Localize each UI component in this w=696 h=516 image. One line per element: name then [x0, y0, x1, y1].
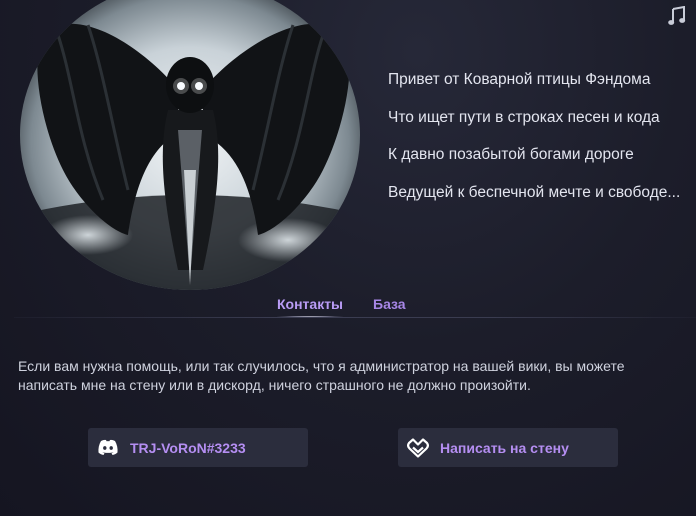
poem-line: Что ищет пути в строках песен и кода	[388, 108, 660, 126]
write-on-wall-button[interactable]: Написать на стену	[398, 428, 618, 467]
tab-bar: Контакты База	[277, 296, 406, 318]
discord-button-label: TRJ-VoRoN#3233	[130, 439, 246, 456]
discord-button[interactable]: TRJ-VoRoN#3233	[88, 428, 308, 467]
write-on-wall-label: Написать на стену	[440, 439, 569, 456]
hero-artwork	[20, 0, 360, 290]
poem-line: К давно позабытой богами дороге	[388, 146, 634, 163]
tab-contacts[interactable]: Контакты	[277, 296, 344, 318]
poem-line: Ведущей к беспечной мечте и свободе...	[388, 183, 681, 201]
tabs-divider	[14, 317, 696, 318]
contacts-info-text: Если вам нужна помощь, или так случилось…	[18, 358, 625, 393]
poem: Привет от Коварной птицы Фэндома Что ище…	[388, 70, 680, 220]
poem-line: Привет от Коварной птицы Фэндома	[388, 71, 651, 88]
fandom-heart-icon	[406, 436, 430, 460]
music-note-icon[interactable]	[668, 6, 686, 26]
discord-icon	[96, 436, 120, 460]
tab-base[interactable]: База	[373, 296, 406, 312]
